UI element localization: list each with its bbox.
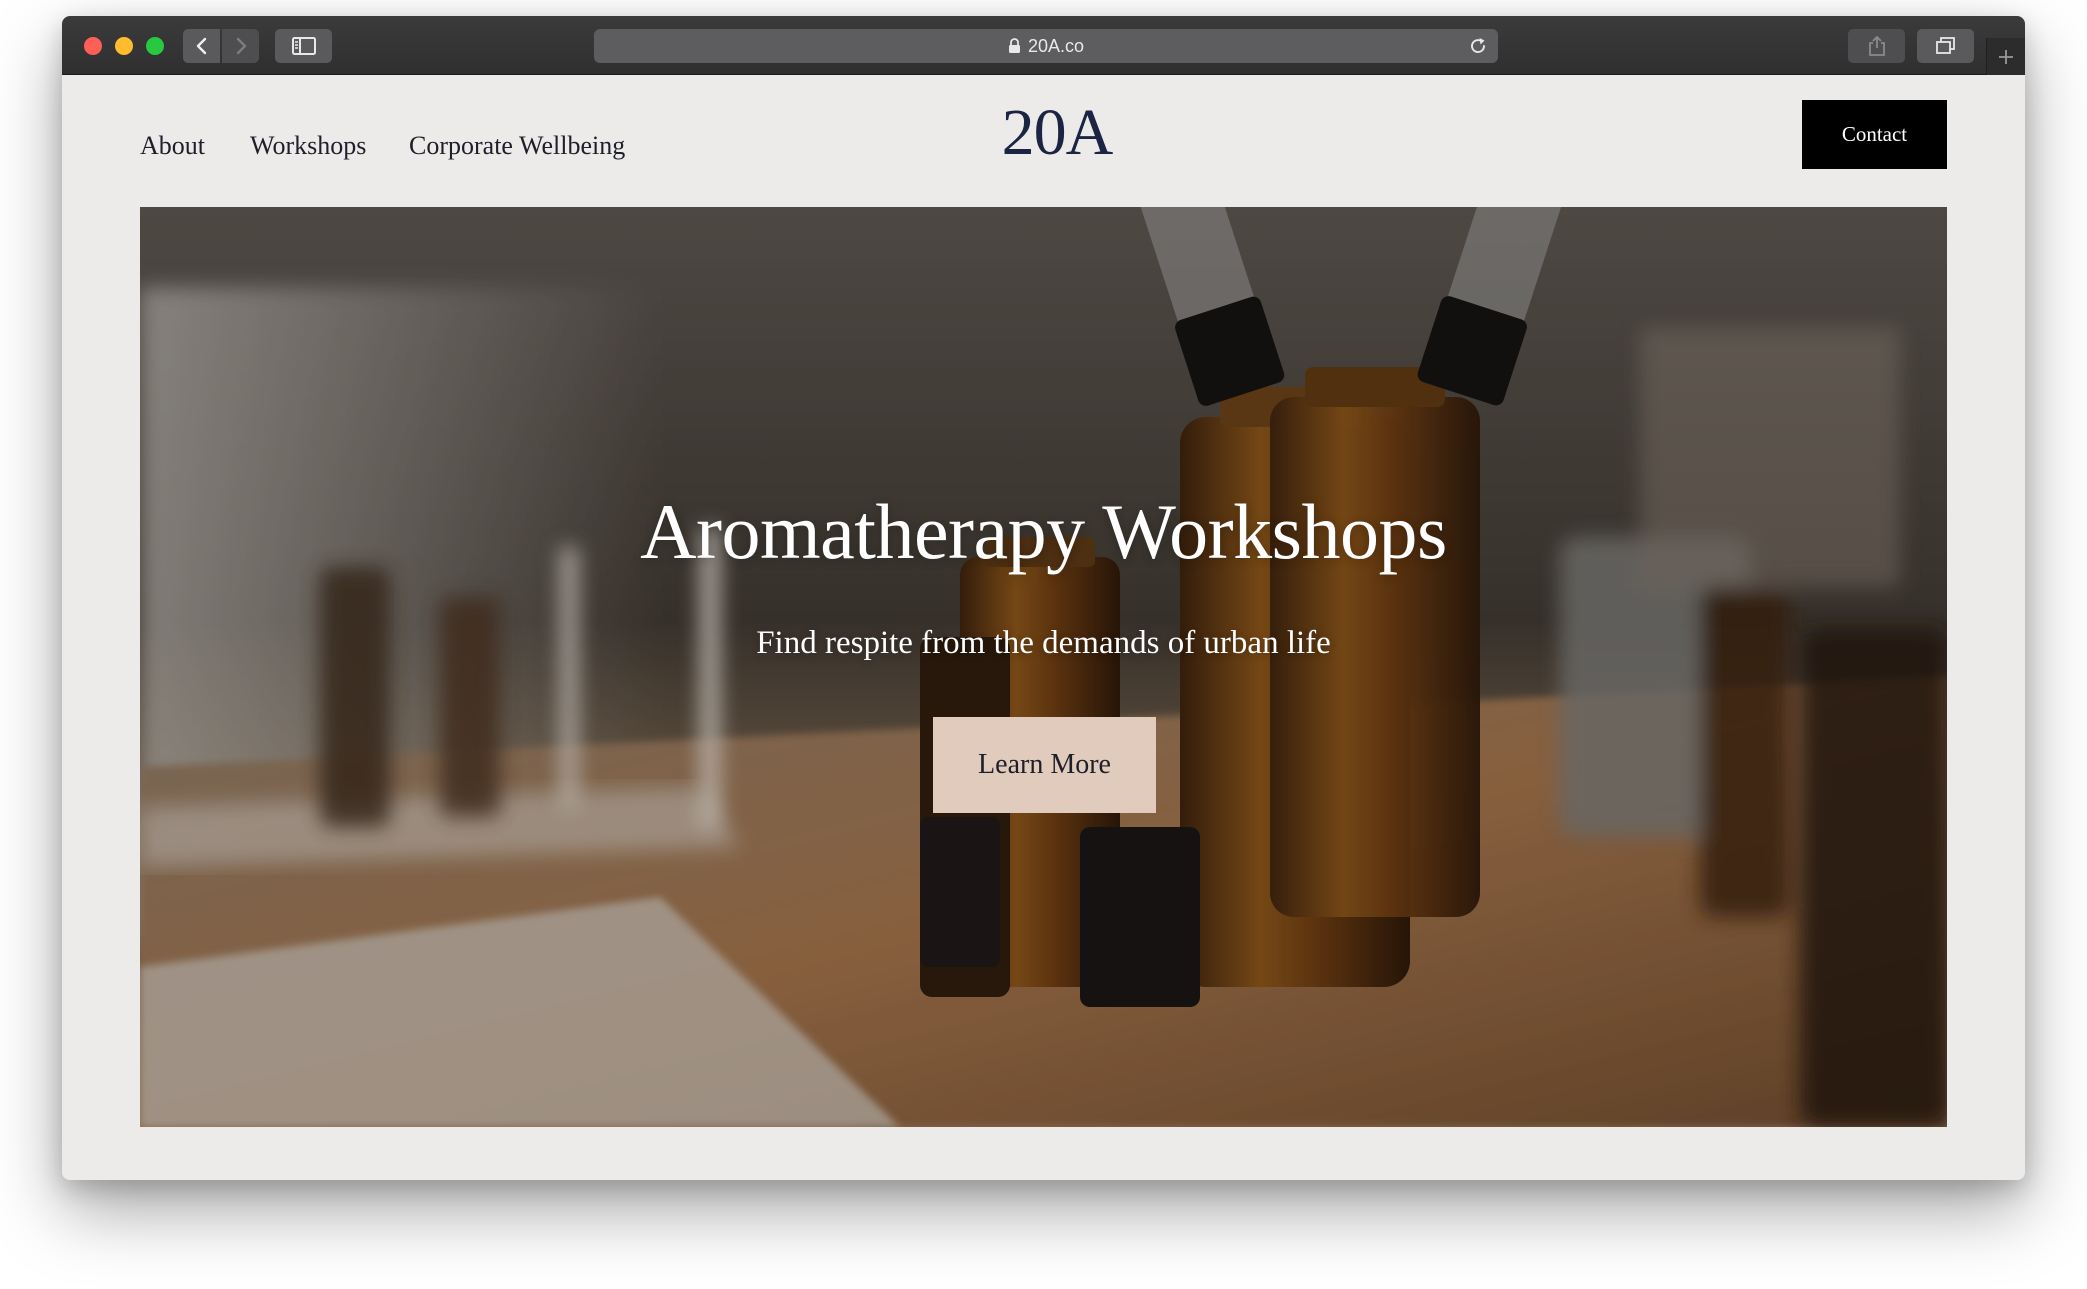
chevron-right-icon: [236, 37, 246, 55]
address-bar[interactable]: 20A.co: [594, 29, 1498, 63]
url-text: 20A.co: [1027, 35, 1085, 56]
new-tab-button[interactable]: [1986, 38, 2025, 75]
share-button[interactable]: [1848, 29, 1905, 63]
chevron-left-icon: [196, 37, 206, 55]
site-logo[interactable]: 20A: [987, 95, 1127, 171]
minimize-window-button[interactable]: [115, 37, 133, 55]
reload-icon[interactable]: [1468, 36, 1488, 56]
web-page: About Workshops Corporate Wellbeing 20A …: [62, 75, 2025, 1180]
close-window-button[interactable]: [84, 37, 102, 55]
sidebar-toggle-button[interactable]: [275, 29, 332, 63]
back-button[interactable]: [183, 29, 220, 63]
browser-toolbar: 20A.co: [62, 16, 2025, 75]
hero-subtitle: Find respite from the demands of urban l…: [756, 625, 1331, 661]
tabs-overview-icon: [1935, 37, 1955, 54]
share-icon: [1868, 35, 1885, 56]
forward-button[interactable]: [222, 29, 259, 63]
zoom-window-button[interactable]: [146, 37, 164, 55]
nav-link-workshops[interactable]: Workshops: [250, 131, 366, 161]
hero-title: Aromatherapy Workshops: [640, 488, 1447, 575]
contact-button[interactable]: Contact: [1802, 100, 1947, 169]
hero-banner: Aromatherapy Workshops Find respite from…: [140, 207, 1947, 1127]
tab-overview-button[interactable]: [1917, 29, 1974, 63]
nav-link-corporate-wellbeing[interactable]: Corporate Wellbeing: [409, 131, 625, 161]
sidebar-icon: [291, 37, 316, 55]
lock-icon: [1008, 38, 1020, 53]
learn-more-button[interactable]: Learn More: [933, 717, 1156, 813]
nav-link-about[interactable]: About: [140, 131, 205, 161]
browser-window: 20A.co About Workshops Corporate Wellbei…: [62, 16, 2025, 1180]
plus-icon: [1999, 49, 2013, 64]
